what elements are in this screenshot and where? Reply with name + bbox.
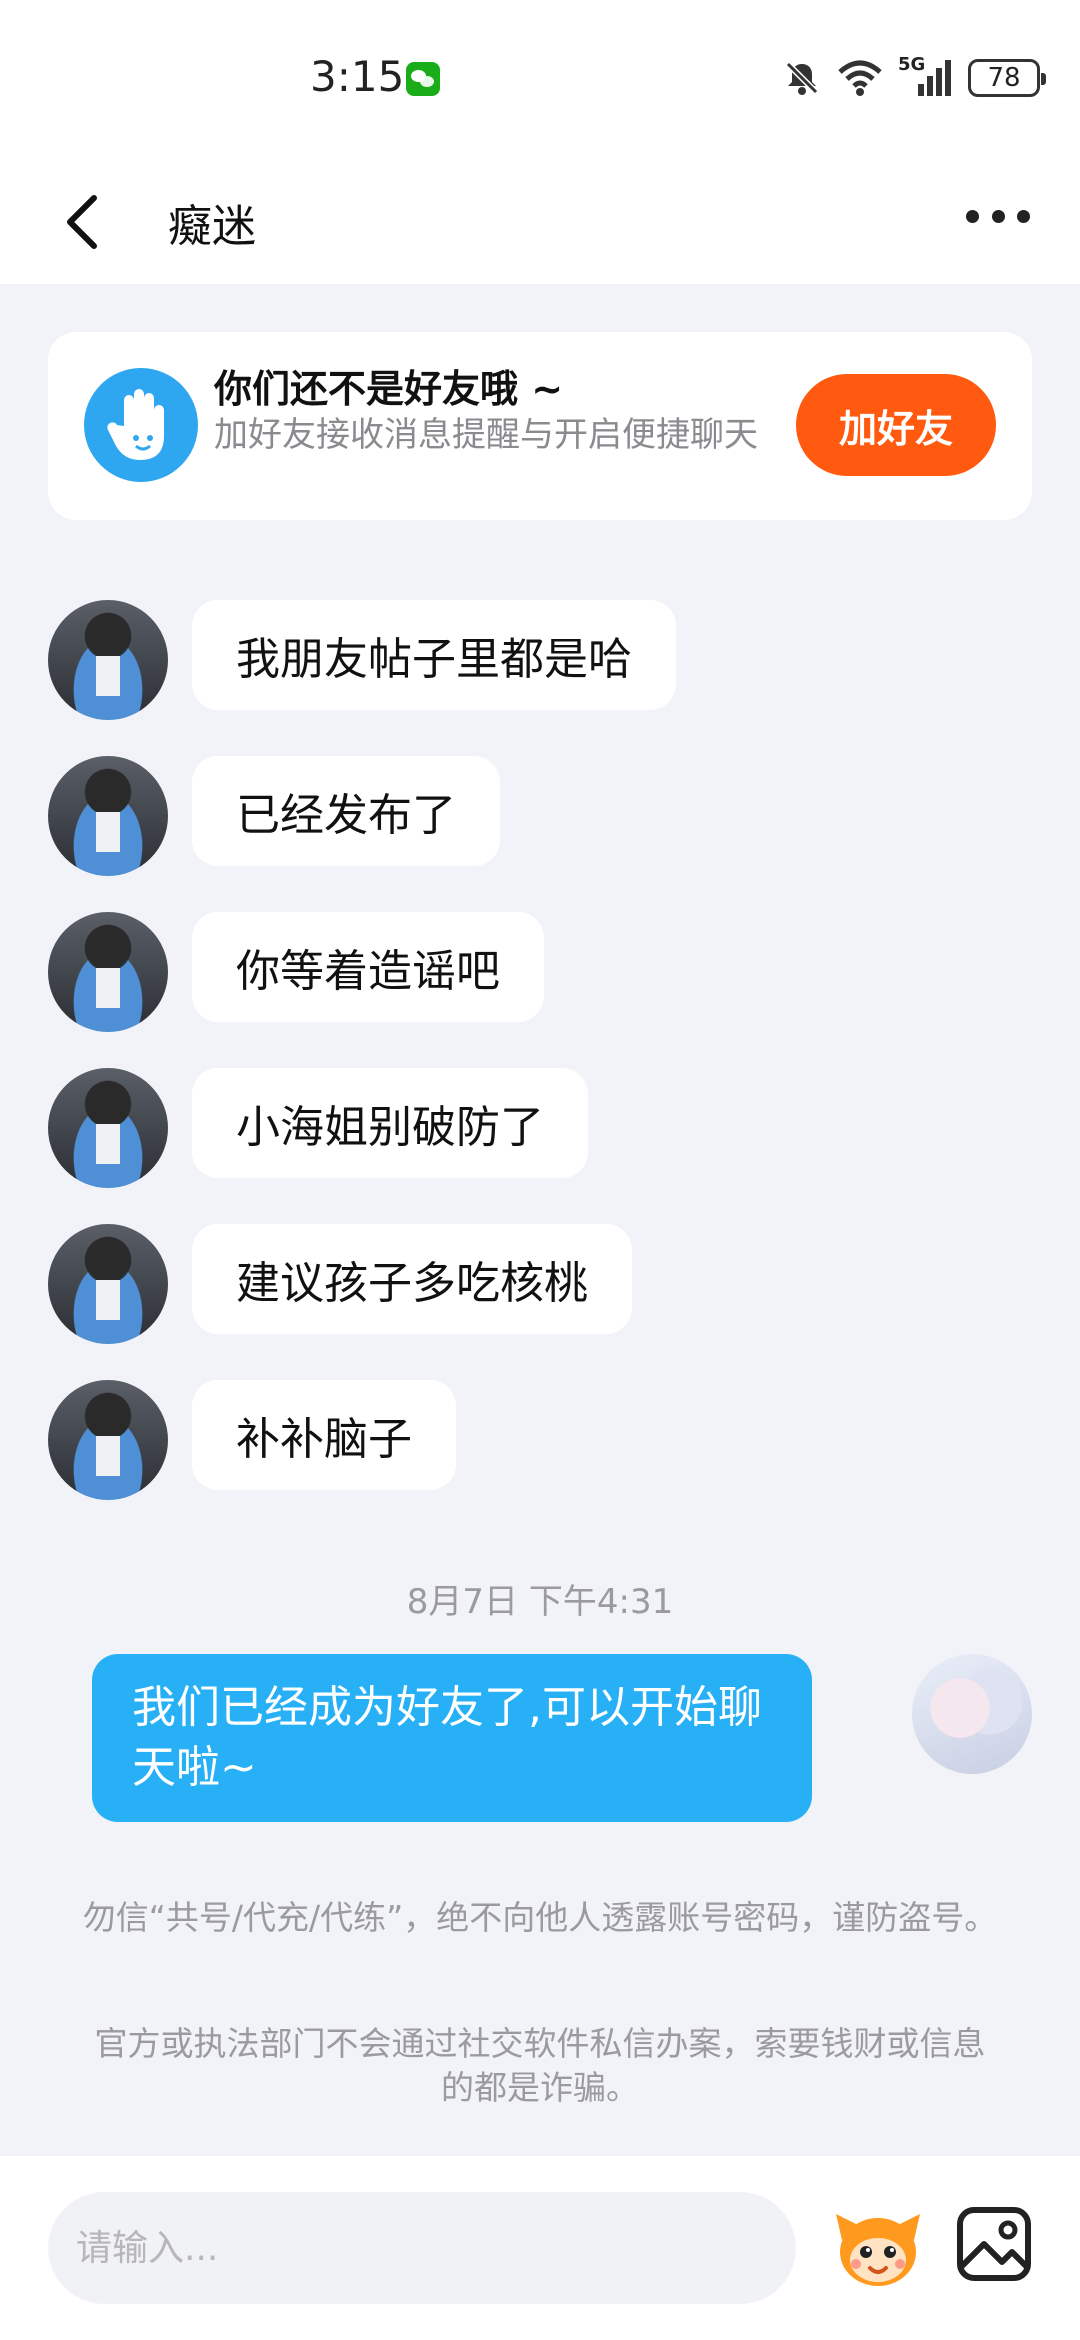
message-bubble[interactable]: 已经发布了 <box>192 756 500 866</box>
page-title: 癡迷 <box>168 201 256 252</box>
my-message-row: 我们已经成为好友了,可以开始聊天啦~ <box>92 1654 1032 1834</box>
signal-icon: 5G <box>898 54 954 98</box>
dot <box>1017 209 1030 223</box>
chat-area[interactable]: 你们还不是好友哦 ~ 加好友接收消息提醒与开启便捷聊天 加好友 我朋友帖子里都是… <box>0 284 1080 2156</box>
banner-description: 加好友接收消息提醒与开启便捷聊天 <box>214 415 758 455</box>
wifi-icon <box>836 58 884 98</box>
input-bar <box>0 2156 1080 2340</box>
message-bubble[interactable]: 建议孩子多吃核桃 <box>192 1224 632 1334</box>
wechat-notification-icon <box>406 62 440 96</box>
message-bubble[interactable]: 你等着造谣吧 <box>192 912 544 1022</box>
avatar[interactable] <box>48 912 168 1032</box>
dot <box>991 209 1005 223</box>
image-picker-icon[interactable] <box>952 2202 1036 2286</box>
my-message-bubble[interactable]: 我们已经成为好友了,可以开始聊天啦~ <box>92 1654 812 1822</box>
chat-header: 癡迷 <box>0 160 1080 284</box>
mascot-emoji-icon[interactable] <box>832 2200 924 2292</box>
add-friend-button[interactable]: 加好友 <box>796 374 996 476</box>
anti-fraud-notice: 勿信“共号/代充/代练”，绝不向他人透露账号密码，谨防盗号。 <box>82 1898 998 1937</box>
message-bubble[interactable]: 我朋友帖子里都是哈 <box>192 600 676 710</box>
mute-icon <box>782 58 822 98</box>
message-input[interactable] <box>48 2192 796 2304</box>
battery-icon: 78 <box>968 59 1046 97</box>
avatar[interactable] <box>48 756 168 876</box>
dot <box>966 209 979 223</box>
anti-fraud-notice: 官方或执法部门不会通过社交软件私信办案，索要钱财或信息的都是诈骗。 <box>94 2024 986 2107</box>
status-bar: 3:15 5G 78 <box>0 0 1080 160</box>
avatar[interactable] <box>48 1224 168 1344</box>
avatar[interactable] <box>48 1068 168 1188</box>
message-bubble[interactable]: 补补脑子 <box>192 1380 456 1490</box>
status-icons: 5G 78 <box>782 54 1046 98</box>
hand-wave-icon <box>84 368 198 482</box>
my-avatar[interactable] <box>912 1654 1032 1774</box>
message-timestamp: 8月7日 下午4:31 <box>406 1582 674 1622</box>
banner-title: 你们还不是好友哦 ~ <box>214 367 564 411</box>
more-dots-icon[interactable] <box>966 206 1030 226</box>
status-time: 3:15 <box>310 52 405 101</box>
avatar[interactable] <box>48 1380 168 1500</box>
not-friend-banner: 你们还不是好友哦 ~ 加好友接收消息提醒与开启便捷聊天 加好友 <box>48 332 1032 520</box>
avatar[interactable] <box>48 600 168 720</box>
message-bubble[interactable]: 小海姐别破防了 <box>192 1068 588 1178</box>
chevron-left-icon[interactable] <box>56 188 116 256</box>
